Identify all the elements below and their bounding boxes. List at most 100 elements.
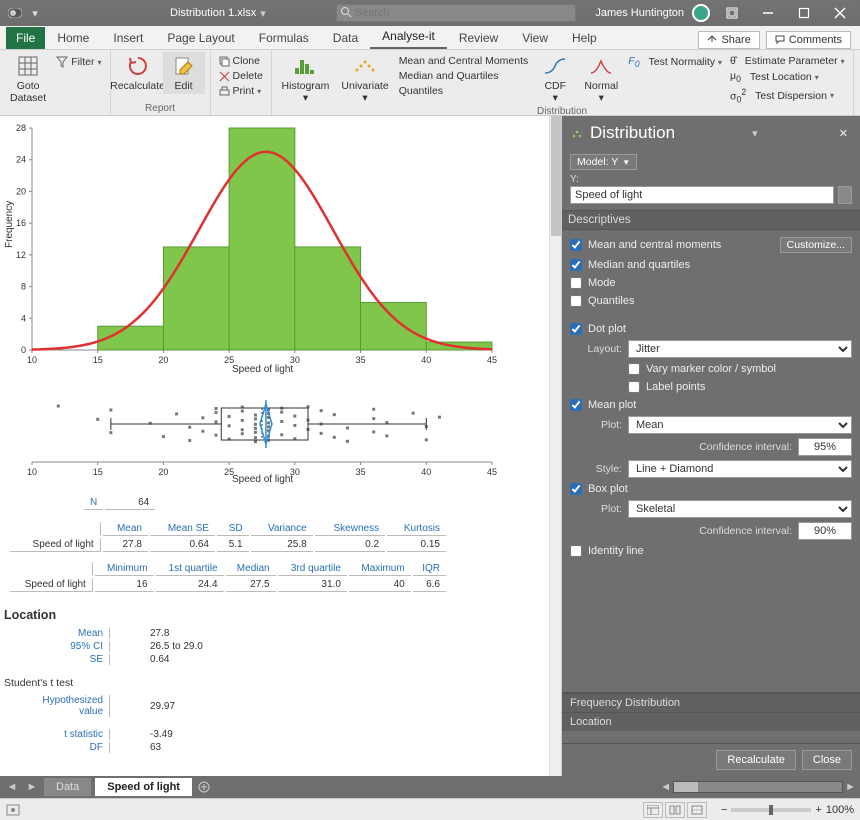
chk-vary-marker[interactable] [628, 363, 640, 375]
tab-page-layout[interactable]: Page Layout [155, 27, 246, 49]
panel-close-button[interactable]: ✕ [835, 125, 852, 142]
vertical-scrollbar[interactable] [549, 116, 561, 776]
x-axis-label: Speed of light [232, 364, 293, 375]
record-macro-icon[interactable] [6, 804, 20, 816]
maximize-button[interactable] [790, 0, 818, 26]
descriptives-header[interactable]: Descriptives [562, 210, 860, 230]
tab-insert[interactable]: Insert [101, 27, 155, 49]
model-button[interactable]: Model: Y ▼ [570, 154, 637, 170]
clone-button[interactable]: Clone [217, 54, 265, 68]
search-icon [340, 6, 352, 18]
y-picker-button[interactable] [838, 186, 852, 204]
search-box[interactable] [336, 4, 576, 22]
tab-analyse-it[interactable]: Analyse-it [370, 25, 447, 49]
minimize-button[interactable] [754, 0, 782, 26]
user-avatar[interactable] [692, 4, 710, 22]
filter-button[interactable]: Filter▾ [54, 55, 103, 69]
search-input[interactable] [336, 4, 576, 22]
recalculate-panel-button[interactable]: Recalculate [716, 750, 795, 770]
y-input[interactable] [570, 186, 834, 204]
close-panel-button[interactable]: Close [802, 750, 852, 770]
ribbon-mode-icon[interactable] [718, 0, 746, 26]
boxplot-select[interactable]: Skeletal [628, 500, 852, 518]
sheet-nav-prev[interactable]: ◄ [4, 781, 20, 793]
svg-text:24: 24 [16, 155, 26, 165]
add-sheet-button[interactable] [196, 779, 212, 795]
svg-text:20: 20 [158, 355, 168, 365]
chk-boxplot[interactable] [570, 483, 582, 495]
edit-button[interactable]: Edit [163, 52, 205, 94]
view-page-layout[interactable] [665, 802, 685, 818]
edit-icon [171, 53, 197, 79]
customize-button[interactable]: Customize... [780, 237, 852, 253]
sigma-icon: σ02 [730, 87, 746, 105]
svg-text:15: 15 [93, 355, 103, 365]
chk-dotplot[interactable] [570, 323, 582, 335]
tab-help[interactable]: Help [560, 27, 609, 49]
share-button[interactable]: Share [698, 31, 759, 49]
recalculate-button[interactable]: Recalculate [117, 52, 159, 94]
sheet-nav-next[interactable]: ► [24, 781, 40, 793]
filename-dropdown-icon[interactable]: ▾ [260, 7, 266, 20]
tab-view[interactable]: View [510, 27, 560, 49]
meanplot-select[interactable]: Mean [628, 416, 852, 434]
sheet-tab-speed-of-light[interactable]: Speed of light [95, 778, 192, 796]
sheet-tab-data[interactable]: Data [44, 778, 91, 796]
style-select[interactable]: Line + Diamond [628, 460, 852, 478]
location-header[interactable]: Location [562, 712, 860, 731]
test-dispersion-button[interactable]: σ02 Test Dispersion▾ [728, 86, 847, 106]
print-button[interactable]: Print▾ [217, 84, 265, 98]
filter-icon [56, 56, 68, 68]
univariate-icon [352, 53, 378, 79]
tab-data[interactable]: Data [321, 27, 370, 49]
cdf-button[interactable]: CDF▾ [534, 52, 576, 105]
clone-icon [219, 56, 230, 67]
horizontal-scrollbar[interactable]: ◄► [660, 781, 856, 793]
zoom-slider[interactable] [731, 808, 811, 812]
close-button[interactable] [826, 0, 854, 26]
freq-dist-header[interactable]: Frequency Distribution [562, 693, 860, 712]
chk-identity[interactable] [570, 545, 582, 557]
ci90-input[interactable] [798, 522, 852, 540]
layout-select[interactable]: Jitter [628, 340, 852, 358]
estimate-param-button[interactable]: θ̂ Estimate Parameter▾ [728, 54, 847, 68]
ci95-input[interactable] [798, 438, 852, 456]
normal-button[interactable]: Normal▾ [580, 52, 622, 105]
svg-text:45: 45 [487, 355, 497, 365]
delete-button[interactable]: Delete [217, 69, 265, 83]
goto-dataset-button[interactable]: Goto Dataset [6, 52, 50, 105]
chk-mode[interactable] [570, 277, 582, 289]
panel-dropdown-icon[interactable]: ▾ [746, 127, 764, 140]
chk-median-quartiles[interactable] [570, 259, 582, 271]
ttest-label: Student's t test [4, 677, 557, 689]
chk-quantiles[interactable] [570, 295, 582, 307]
comments-button[interactable]: Comments [766, 31, 851, 49]
quantiles-button[interactable]: Quantiles [397, 84, 531, 98]
tab-formulas[interactable]: Formulas [247, 27, 321, 49]
delete-icon [219, 71, 230, 82]
mean-moments-button[interactable]: Mean and Central Moments [397, 54, 531, 68]
univariate-button[interactable]: Univariate▾ [337, 52, 392, 105]
view-normal[interactable] [643, 802, 663, 818]
tab-file[interactable]: File [6, 27, 45, 49]
view-page-break[interactable] [687, 802, 707, 818]
box-plot: 1015202530354045 Speed of light [2, 380, 502, 486]
tab-home[interactable]: Home [45, 27, 101, 49]
svg-text:10: 10 [27, 355, 37, 365]
median-quartiles-button[interactable]: Median and Quartiles [397, 69, 531, 83]
svg-text:0: 0 [21, 345, 26, 355]
chk-meanplot[interactable] [570, 399, 582, 411]
histogram-button[interactable]: Histogram▾ [278, 52, 334, 105]
normal-icon [588, 53, 614, 79]
qat-dropdown-icon[interactable]: ▾ [28, 6, 42, 20]
svg-text:4: 4 [21, 313, 26, 323]
chk-label-points[interactable] [628, 381, 640, 393]
test-location-button[interactable]: μ0 Test Location▾ [728, 69, 847, 85]
tab-review[interactable]: Review [447, 27, 510, 49]
chk-mean-moments[interactable] [570, 239, 582, 251]
zoom-level[interactable]: 100% [826, 804, 854, 816]
autosave-toggle[interactable] [8, 6, 22, 20]
zoom-out[interactable]: − [721, 804, 727, 816]
test-normality-button[interactable]: F0 Test Normality▾ [626, 54, 724, 70]
zoom-in[interactable]: + [815, 804, 821, 816]
